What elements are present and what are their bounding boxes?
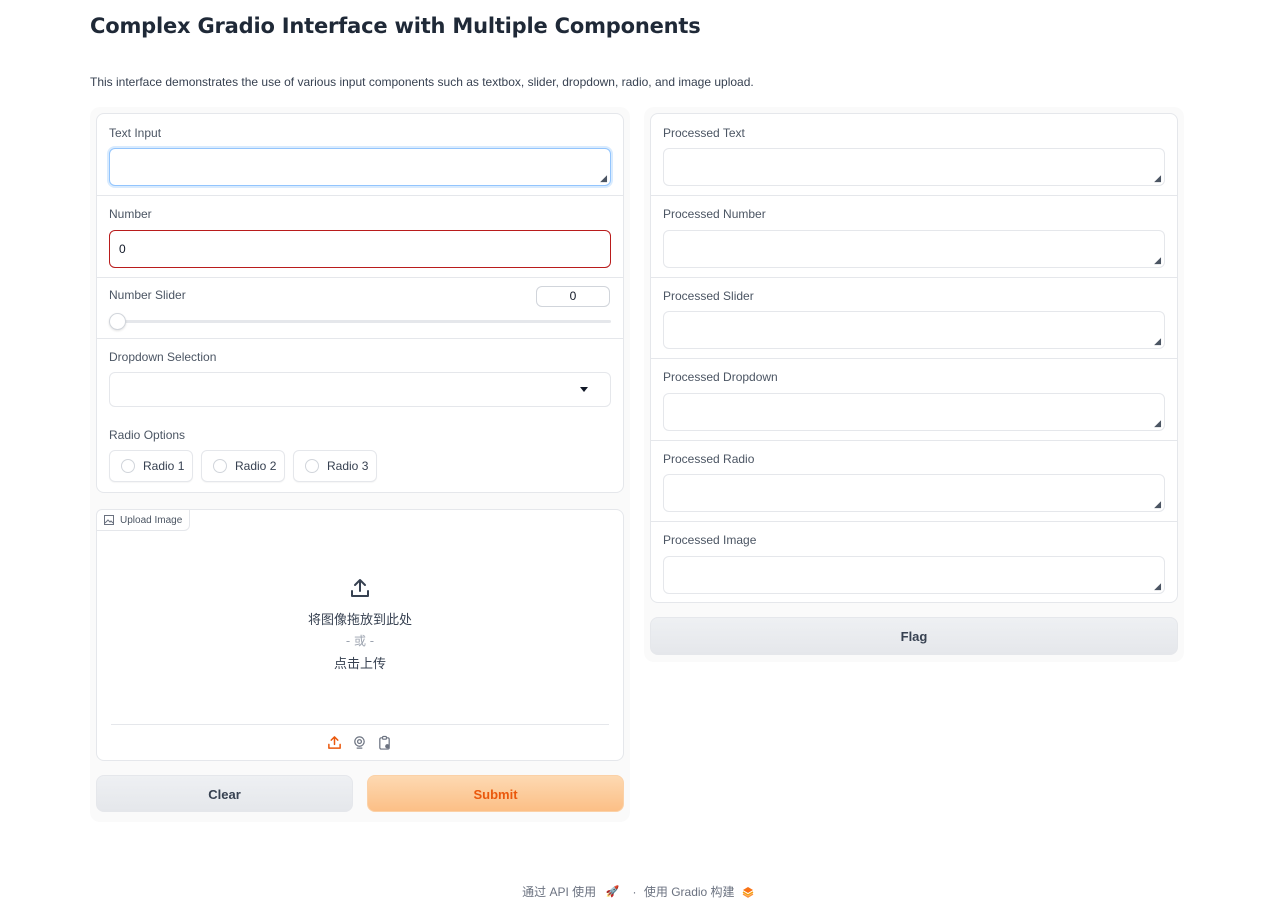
radio-option-label: Radio 1 xyxy=(143,459,185,473)
slider-label: Number Slider xyxy=(109,288,186,302)
page-description: This interface demonstrates the use of v… xyxy=(90,75,754,89)
input-column: Text Input ◢ Number 0 Number Slider 0 Dr… xyxy=(90,107,630,822)
output-image-field[interactable]: ◢ xyxy=(663,556,1165,594)
image-icon xyxy=(104,515,114,525)
upload-icon xyxy=(351,579,369,597)
clipboard-icon[interactable] xyxy=(377,735,392,750)
resize-handle-icon[interactable]: ◢ xyxy=(600,175,607,184)
output-label-text: Processed Text xyxy=(663,126,745,140)
resize-handle-icon[interactable]: ◢ xyxy=(1154,257,1161,266)
resize-handle-icon[interactable]: ◢ xyxy=(1154,501,1161,510)
output-label-image: Processed Image xyxy=(663,533,757,547)
radio-circle-icon xyxy=(213,459,227,473)
radio-option-label: Radio 3 xyxy=(327,459,369,473)
upload-or-text: - 或 - xyxy=(345,634,375,648)
image-label: Upload Image xyxy=(120,514,183,526)
radio-option-label: Radio 2 xyxy=(235,459,277,473)
output-dropdown-field[interactable]: ◢ xyxy=(663,393,1165,431)
radio-label: Radio Options xyxy=(109,428,186,442)
use-via-api-link[interactable]: 通过 API 使用 xyxy=(522,885,596,899)
footer: 通过 API 使用 🚀 · 使用 Gradio 构建 xyxy=(0,883,1276,900)
output-label-dropdown: Processed Dropdown xyxy=(663,370,778,384)
resize-handle-icon[interactable]: ◢ xyxy=(1154,175,1161,184)
resize-handle-icon[interactable]: ◢ xyxy=(1154,420,1161,429)
image-upload-area[interactable]: Upload Image 将图像拖放到此处 - 或 - 点击上传 xyxy=(96,509,624,761)
dropdown-select[interactable] xyxy=(109,372,611,407)
dropdown-label: Dropdown Selection xyxy=(109,350,217,364)
upload-click-text: 点击上传 xyxy=(333,657,386,672)
output-radio-field[interactable]: ◢ xyxy=(663,474,1165,512)
radio-option-1[interactable]: Radio 1 xyxy=(109,450,193,482)
text-input-label: Text Input xyxy=(109,126,162,140)
slider-value-input[interactable]: 0 xyxy=(536,286,610,307)
output-number-field[interactable]: ◢ xyxy=(663,230,1165,268)
gradio-logo-icon xyxy=(742,886,754,898)
number-label: Number xyxy=(109,207,152,221)
footer-separator: · xyxy=(632,884,637,899)
caret-down-icon xyxy=(580,387,588,392)
slider-thumb[interactable] xyxy=(109,313,126,330)
output-label-number: Processed Number xyxy=(663,207,766,221)
flag-button[interactable]: Flag xyxy=(650,617,1178,655)
output-label-radio: Processed Radio xyxy=(663,452,755,466)
page-title: Complex Gradio Interface with Multiple C… xyxy=(90,14,701,38)
upload-source-icon[interactable] xyxy=(327,735,342,750)
output-column: Processed Text ◢ Processed Number ◢ Proc… xyxy=(644,107,1184,662)
radio-circle-icon xyxy=(305,459,319,473)
webcam-icon[interactable] xyxy=(352,735,367,750)
submit-button[interactable]: Submit xyxy=(367,775,624,812)
number-value: 0 xyxy=(119,242,126,256)
slider-track[interactable] xyxy=(109,320,611,323)
radio-circle-icon xyxy=(121,459,135,473)
output-label-slider: Processed Slider xyxy=(663,289,754,303)
output-block: Processed Text ◢ Processed Number ◢ Proc… xyxy=(650,113,1178,603)
text-input-field[interactable]: ◢ xyxy=(109,148,611,186)
upload-drop-text: 将图像拖放到此处 xyxy=(307,613,412,628)
radio-option-3[interactable]: Radio 3 xyxy=(293,450,377,482)
image-label-tag: Upload Image xyxy=(96,509,191,531)
clear-button[interactable]: Clear xyxy=(96,775,353,812)
output-slider-field[interactable]: ◢ xyxy=(663,311,1165,349)
resize-handle-icon[interactable]: ◢ xyxy=(1154,338,1161,347)
resize-handle-icon[interactable]: ◢ xyxy=(1154,583,1161,592)
rocket-icon: 🚀 xyxy=(605,886,620,898)
number-field[interactable]: 0 xyxy=(109,230,611,268)
input-form-block: Text Input ◢ Number 0 Number Slider 0 Dr… xyxy=(96,113,624,493)
radio-option-2[interactable]: Radio 2 xyxy=(201,450,285,482)
output-text-field[interactable]: ◢ xyxy=(663,148,1165,186)
built-with-gradio-link[interactable]: 使用 Gradio 构建 xyxy=(644,885,735,899)
